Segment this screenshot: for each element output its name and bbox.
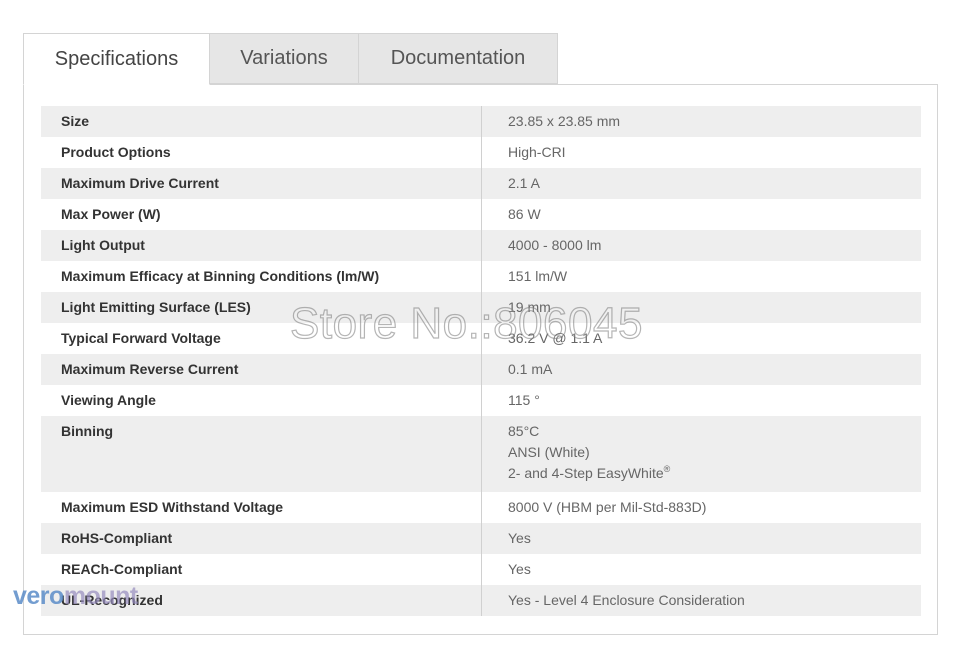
spec-value: 4000 - 8000 lm bbox=[481, 230, 921, 261]
table-row: REACh-Compliant Yes bbox=[41, 554, 921, 585]
spec-value: 23.85 x 23.85 mm bbox=[481, 106, 921, 137]
table-row: Binning 85°C ANSI (White) 2- and 4-Step … bbox=[41, 416, 921, 492]
table-row: Maximum Efficacy at Binning Conditions (… bbox=[41, 261, 921, 292]
spec-value: 36.2 V @ 1.1 A bbox=[508, 330, 603, 346]
table-row: Product Options High-CRI bbox=[41, 137, 921, 168]
table-row: Maximum ESD Withstand Voltage 8000 V (HB… bbox=[41, 492, 921, 523]
table-row: Size 23.85 x 23.85 mm bbox=[41, 106, 921, 137]
spec-label: Typical Forward Voltage bbox=[41, 323, 482, 354]
spec-value-list: 85°C ANSI (White) 2- and 4-Step EasyWhit… bbox=[481, 416, 921, 492]
spec-label: Maximum ESD Withstand Voltage bbox=[41, 492, 482, 523]
spec-value: High-CRI bbox=[508, 144, 566, 160]
spec-label: Product Options bbox=[41, 137, 482, 168]
spec-label: Light Emitting Surface (LES) bbox=[41, 292, 482, 323]
tab-specifications[interactable]: Specifications bbox=[23, 33, 210, 85]
table-row: RoHS-Compliant Yes bbox=[41, 523, 921, 554]
registered-mark: ® bbox=[663, 464, 671, 474]
spec-label: Size bbox=[41, 106, 482, 137]
spec-label: RoHS-Compliant bbox=[41, 523, 482, 554]
spec-value: 19 mm bbox=[481, 292, 921, 323]
spec-value-text: 2- and 4-Step EasyWhite bbox=[508, 465, 664, 481]
table-row: Light Output 4000 - 8000 lm bbox=[41, 230, 921, 261]
spec-label: Maximum Reverse Current bbox=[41, 354, 482, 385]
spec-value-line: ANSI (White) bbox=[508, 444, 590, 460]
tab-bar: Specifications Variations Documentation bbox=[23, 33, 558, 85]
spec-label: Light Output bbox=[41, 230, 482, 261]
spec-value: 151 lm/W bbox=[508, 268, 568, 284]
spec-label: REACh-Compliant bbox=[41, 554, 482, 585]
table-row: Maximum Drive Current 2.1 A bbox=[41, 168, 921, 199]
spec-label: Maximum Drive Current bbox=[41, 168, 482, 199]
spec-value: 2.1 A bbox=[481, 168, 921, 199]
table-row: Max Power (W) 86 W bbox=[41, 199, 921, 230]
spec-label: UL-Recognized bbox=[41, 585, 482, 616]
specifications-panel: Size 23.85 x 23.85 mm Product Options Hi… bbox=[23, 84, 938, 635]
table-row: Light Emitting Surface (LES) 19 mm bbox=[41, 292, 921, 323]
spec-value: 0.1 mA bbox=[481, 354, 921, 385]
spec-value: Yes bbox=[481, 523, 921, 554]
spec-value-line: 85°C bbox=[508, 423, 540, 439]
table-row: Typical Forward Voltage 36.2 V @ 1.1 A bbox=[41, 323, 921, 354]
table-row: Viewing Angle 115 ° bbox=[41, 385, 921, 416]
spec-label: Binning bbox=[41, 416, 482, 492]
spec-value: 115 ° bbox=[508, 392, 540, 408]
table-row: UL-Recognized Yes - Level 4 Enclosure Co… bbox=[41, 585, 921, 616]
table-row: Maximum Reverse Current 0.1 mA bbox=[41, 354, 921, 385]
spec-value: 86 W bbox=[508, 206, 541, 222]
specifications-table: Size 23.85 x 23.85 mm Product Options Hi… bbox=[41, 106, 921, 616]
spec-label: Max Power (W) bbox=[41, 199, 482, 230]
spec-label: Viewing Angle bbox=[41, 385, 482, 416]
tab-documentation[interactable]: Documentation bbox=[359, 33, 558, 84]
spec-value: 8000 V (HBM per Mil-Std-883D) bbox=[508, 499, 707, 515]
tab-variations[interactable]: Variations bbox=[210, 33, 359, 84]
spec-value: Yes bbox=[508, 561, 531, 577]
spec-value: Yes - Level 4 Enclosure Consideration bbox=[481, 585, 921, 616]
spec-label: Maximum Efficacy at Binning Conditions (… bbox=[41, 261, 482, 292]
spec-value-line: 2- and 4-Step EasyWhite® bbox=[508, 463, 901, 484]
